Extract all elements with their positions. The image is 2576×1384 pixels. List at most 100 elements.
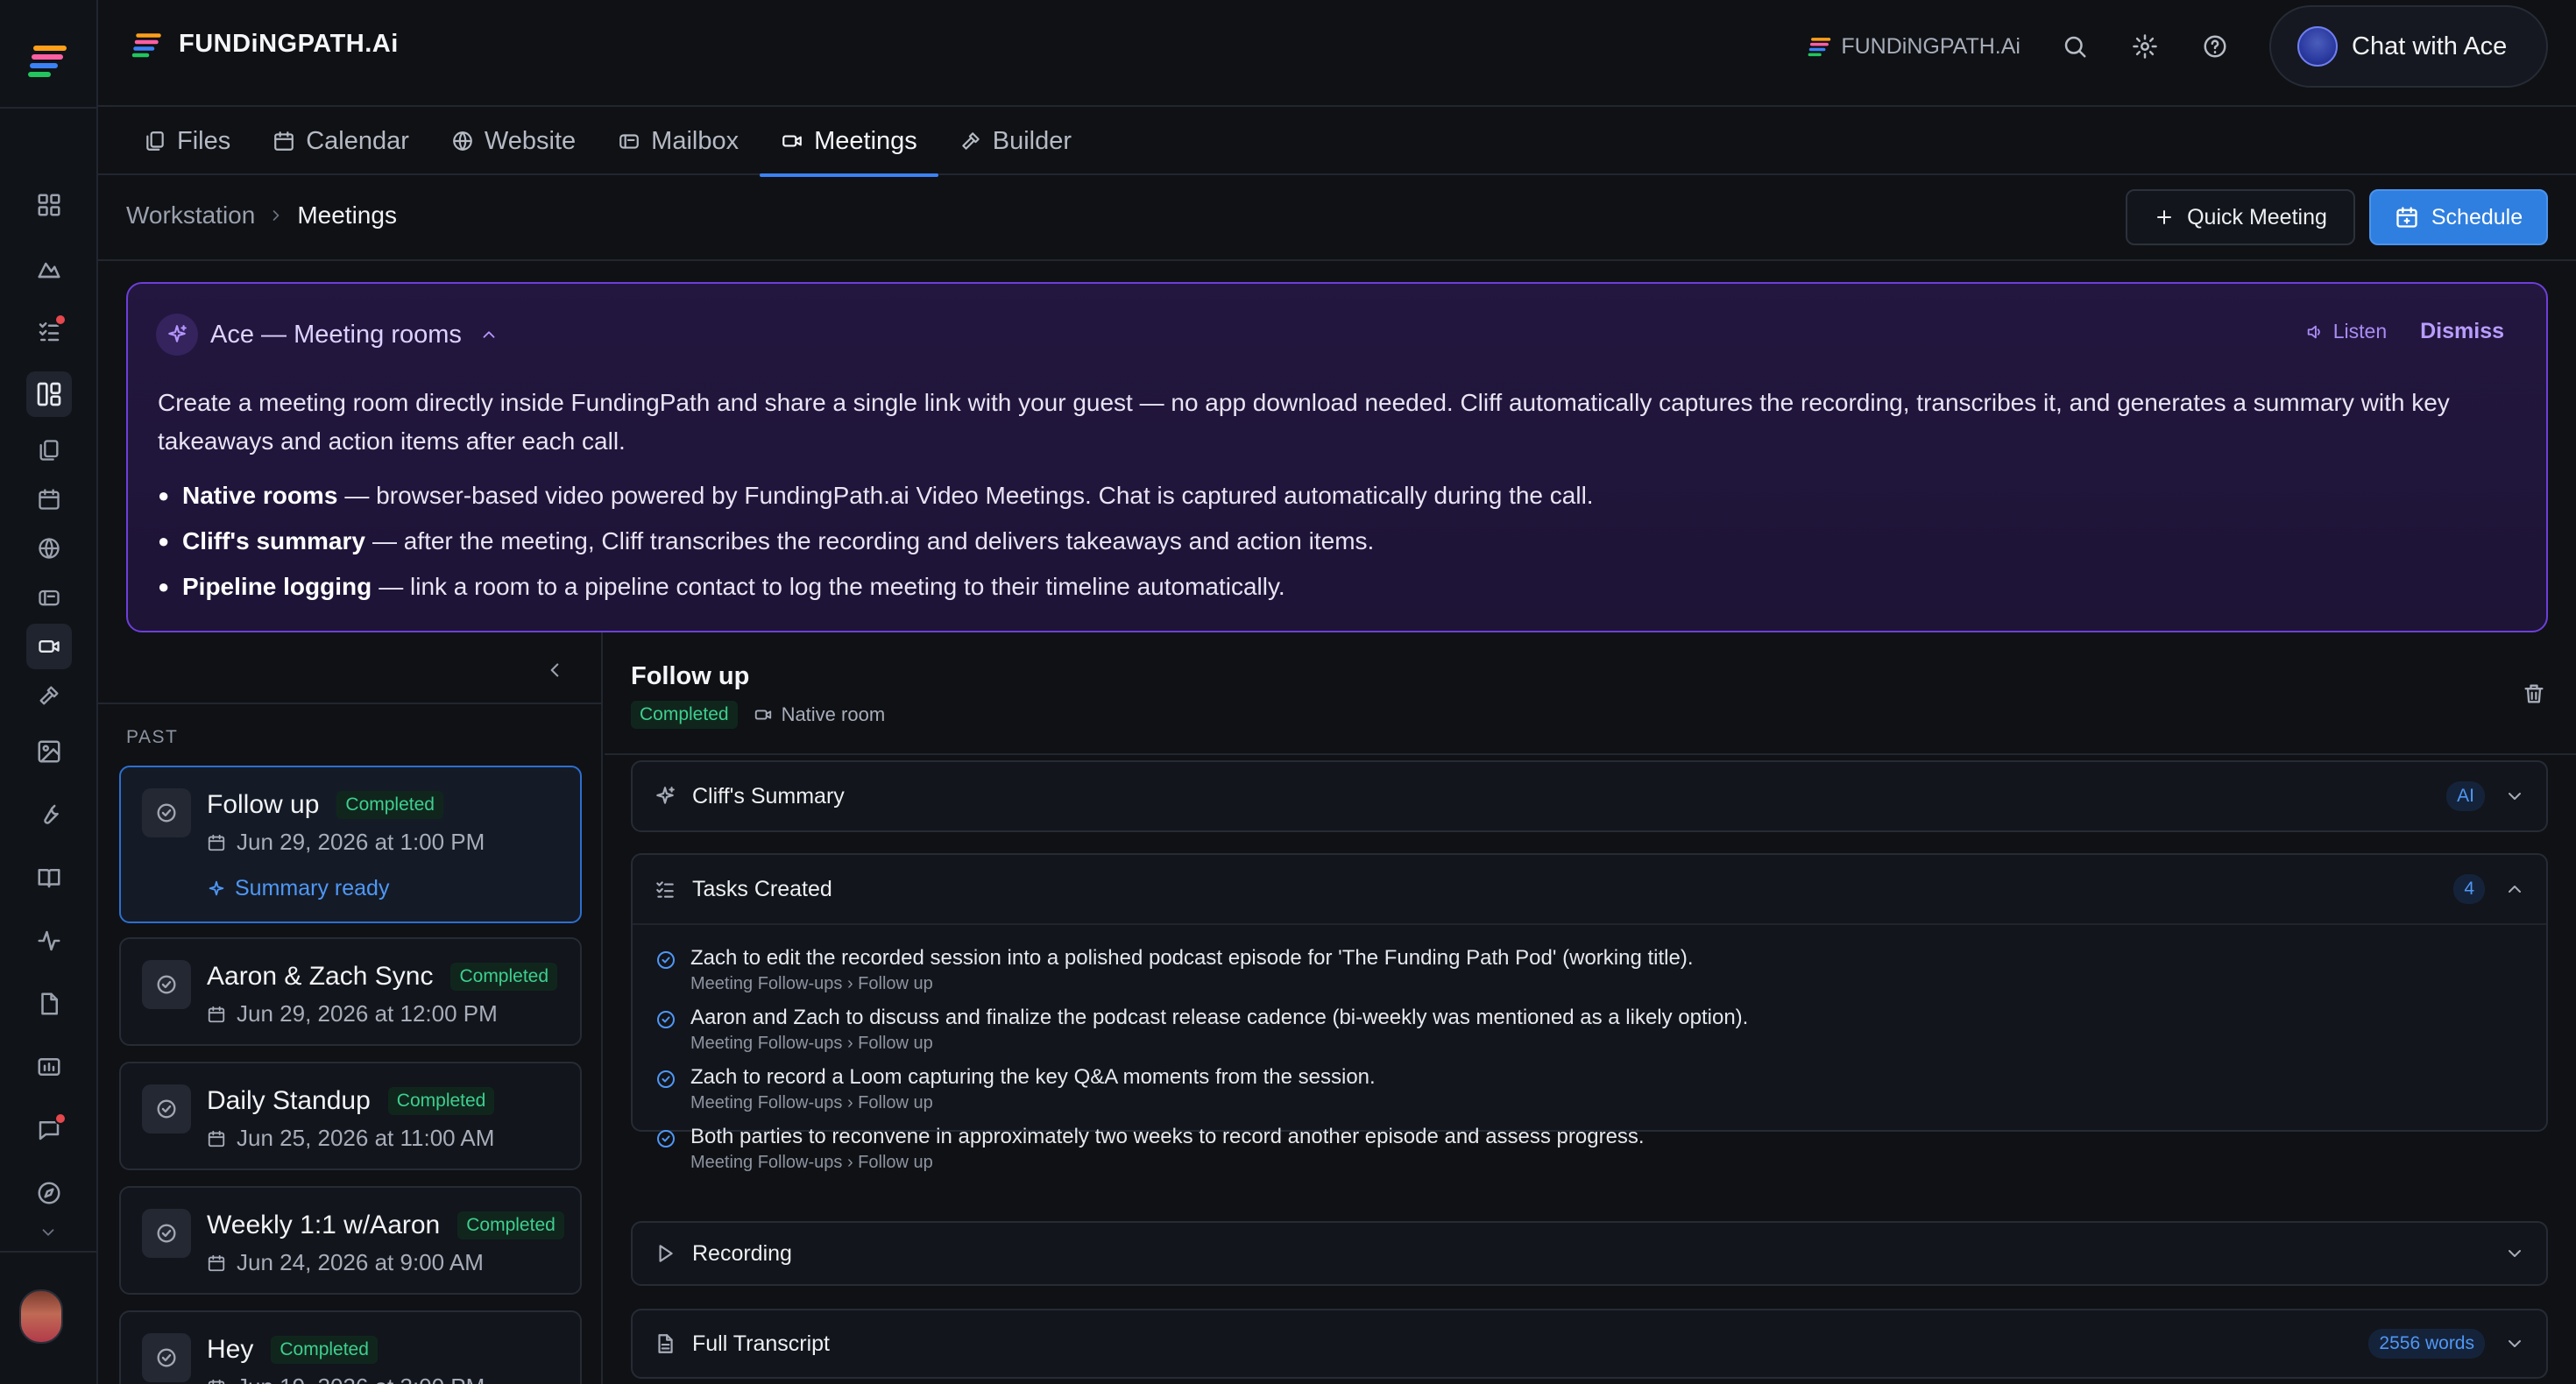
collapse-panel-button[interactable] [543, 659, 566, 681]
chart-mountain-icon[interactable] [26, 245, 72, 291]
task-source: Meeting Follow-ups › Follow up [690, 1034, 933, 1053]
task-item[interactable]: Both parties to reconvene in approximate… [655, 1123, 2523, 1174]
ace-avatar [2297, 26, 2338, 67]
meeting-list-item[interactable]: Hey Completed Jun 19, 2026 at 3:00 PM [119, 1310, 582, 1384]
feature-text: — link a room to a pipeline contact to l… [379, 573, 1285, 600]
listen-label: Listen [2332, 320, 2388, 342]
recording-header[interactable]: Recording [633, 1223, 2546, 1284]
chevron-down-icon [2509, 793, 2521, 800]
meeting-list-item[interactable]: Aaron & Zach Sync Completed Jun 29, 2026… [119, 937, 582, 1046]
chevron-down-icon[interactable] [39, 1223, 58, 1242]
notification-dot [54, 314, 67, 326]
tasks-created-header[interactable]: Tasks Created 4 [633, 855, 2546, 923]
gear-icon [2133, 34, 2157, 59]
status-badge: Completed [336, 791, 443, 819]
files-icon[interactable] [26, 427, 72, 473]
tab-builder[interactable]: Builder [938, 107, 1093, 175]
meeting-date: Jun 24, 2026 at 9:00 AM [237, 1249, 484, 1275]
chevron-up-icon[interactable] [479, 325, 499, 344]
cliffs-summary-header[interactable]: Cliff's Summary AI [633, 762, 2546, 830]
section-title: Cliff's Summary [692, 783, 845, 809]
delete-meeting-button[interactable] [2522, 681, 2546, 706]
recording-section: Recording [631, 1221, 2548, 1286]
rail-divider [0, 107, 98, 109]
brand[interactable]: FUNDiNGPATH.Ai [131, 30, 399, 59]
meeting-meta: Completed Native room [631, 701, 885, 729]
chevron-up-icon [2509, 886, 2521, 893]
user-avatar[interactable] [19, 1289, 63, 1344]
check-circle-icon [142, 960, 191, 1009]
image-icon[interactable] [26, 729, 72, 774]
divider [605, 753, 2576, 755]
tab-label: Files [177, 126, 231, 155]
tab-label: Calendar [306, 126, 409, 155]
book-icon[interactable] [26, 855, 72, 900]
workspace-brand[interactable]: FUNDiNGPATH.Ai [1808, 34, 2020, 60]
tasks-icon[interactable] [26, 308, 72, 354]
notification-dot [54, 1112, 67, 1125]
ace-banner-header[interactable]: Ace — Meeting rooms [156, 314, 499, 356]
sparkles-icon [156, 314, 198, 356]
meeting-date: Jun 25, 2026 at 11:00 AM [237, 1125, 495, 1151]
tab-label: Builder [992, 126, 1072, 155]
compass-icon[interactable] [26, 1170, 72, 1216]
sparkles-icon [209, 880, 224, 895]
listen-button[interactable]: Listen [2305, 320, 2387, 343]
ace-feature-item: ● Pipeline logging — link a room to a pipe… [158, 573, 1285, 600]
chat-with-ace-button[interactable]: Chat with Ace [2269, 5, 2548, 88]
task-item[interactable]: Zach to edit the recorded session into a… [655, 944, 2523, 995]
video-icon [754, 710, 771, 720]
ace-info-banner: Ace — Meeting rooms Listen Dismiss Creat… [126, 282, 2548, 632]
workstation-icon[interactable] [26, 371, 72, 417]
settings-button[interactable] [2119, 20, 2171, 73]
wrench-icon[interactable] [26, 792, 72, 837]
meeting-list-item[interactable]: Weekly 1:1 w/Aaron Completed Jun 24, 202… [119, 1186, 582, 1295]
help-button[interactable] [2189, 20, 2241, 73]
summary-ready-link[interactable]: Summary ready [207, 876, 389, 901]
chevron-left-icon [550, 663, 559, 677]
help-icon [2204, 35, 2226, 58]
task-item[interactable]: Zach to record a Loom capturing the key … [655, 1063, 2523, 1114]
breadcrumb-workstation[interactable]: Workstation [126, 201, 255, 229]
task-count-badge: 4 [2453, 874, 2485, 904]
section-title: Recording [692, 1240, 792, 1266]
reports-icon[interactable] [26, 1044, 72, 1090]
meeting-name: Hey [207, 1335, 254, 1364]
task-source: Meeting Follow-ups › Follow up [690, 1093, 933, 1112]
quick-meeting-button[interactable]: Quick Meeting [2126, 189, 2355, 245]
dismiss-button[interactable]: Dismiss [2420, 319, 2504, 344]
meeting-list-item[interactable]: Follow up Completed Jun 29, 2026 at 1:00… [119, 766, 582, 923]
dashboard-icon[interactable] [26, 182, 72, 228]
meeting-list-item[interactable]: Daily Standup Completed Jun 25, 2026 at … [119, 1062, 582, 1170]
chat-bubble-icon[interactable] [26, 1107, 72, 1153]
calendar-icon[interactable] [26, 477, 72, 522]
tab-meetings[interactable]: Meetings [760, 107, 938, 177]
ace-banner-body: Create a meeting room directly inside Fu… [158, 389, 2450, 455]
activity-icon[interactable] [26, 918, 72, 964]
meeting-name: Daily Standup [207, 1086, 371, 1115]
app-logo-icon[interactable] [27, 43, 69, 78]
search-button[interactable] [2049, 20, 2101, 73]
tab-files[interactable]: Files [123, 107, 251, 175]
document-icon[interactable] [26, 981, 72, 1027]
video-icon[interactable] [26, 624, 72, 669]
tab-website[interactable]: Website [430, 107, 597, 175]
check-circle-icon [657, 951, 675, 969]
chevron-down-icon [2509, 1340, 2521, 1347]
hammer-icon[interactable] [26, 673, 72, 718]
globe-icon[interactable] [26, 526, 72, 571]
schedule-button[interactable]: Schedule [2369, 189, 2548, 245]
rail-divider [0, 1251, 98, 1253]
video-icon [782, 135, 802, 147]
task-source: Meeting Follow-ups › Follow up [690, 974, 933, 993]
full-transcript-header[interactable]: Full Transcript 2556 words [633, 1310, 2546, 1377]
tab-mailbox[interactable]: Mailbox [597, 107, 760, 175]
search-icon [2064, 36, 2086, 58]
calendar-plus-icon [2396, 207, 2417, 228]
cliffs-summary-section: Cliff's Summary AI [631, 760, 2548, 832]
tab-calendar[interactable]: Calendar [251, 107, 430, 175]
meeting-date: Jun 29, 2026 at 1:00 PM [237, 829, 485, 855]
plus-icon [2157, 210, 2172, 224]
task-item[interactable]: Aaron and Zach to discuss and finalize t… [655, 1004, 2523, 1055]
mailbox-icon[interactable] [26, 575, 72, 620]
